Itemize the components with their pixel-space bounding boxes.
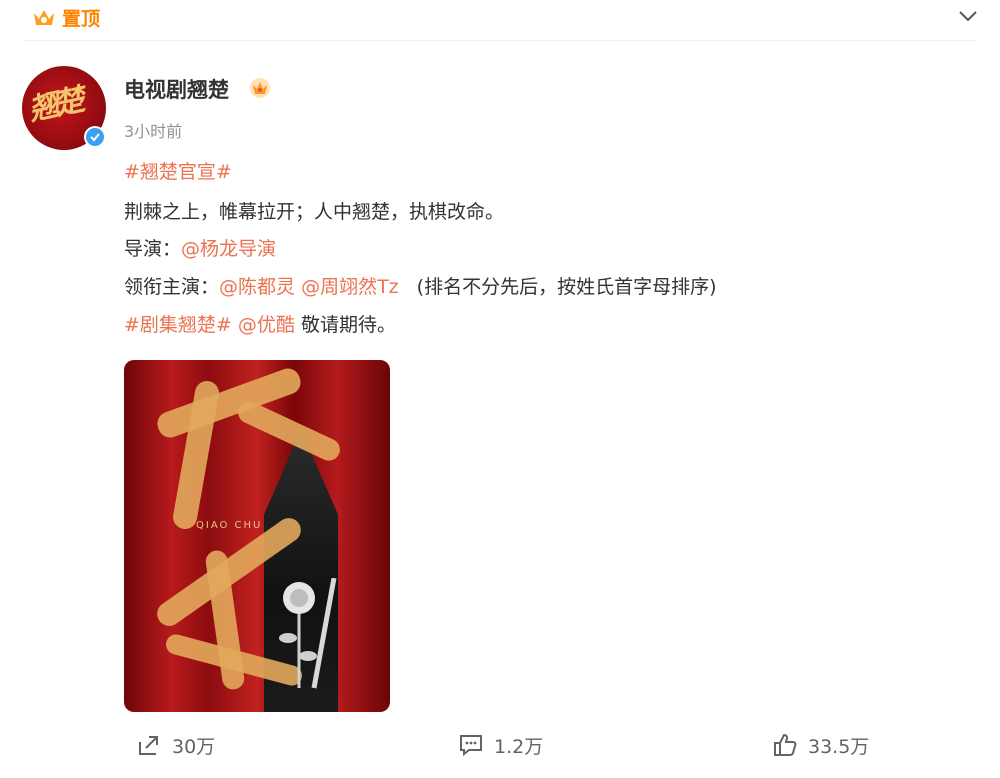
cast-label: 领衔主演：	[124, 276, 220, 298]
post-line-2: 荆棘之上，帷幕拉开；人中翘楚，执棋改命。	[124, 199, 504, 225]
director-label: 导演：	[124, 238, 182, 260]
share-button[interactable]: 30万	[136, 730, 215, 760]
comment-count: 1.2万	[494, 735, 544, 758]
crown-pin-icon	[34, 9, 54, 25]
username[interactable]: 电视剧翘楚	[124, 74, 229, 104]
cast-mention-1[interactable]: @陈都灵	[219, 276, 295, 298]
verified-check-icon	[90, 133, 100, 142]
post-line-5: #剧集翘楚# @优酷 敬请期待。	[124, 312, 396, 338]
poster-subtitle: QIAO CHU	[196, 520, 263, 531]
like-button[interactable]: 33.5万	[772, 730, 869, 760]
post-header-bar: 置顶	[0, 0, 1000, 40]
cast-mention-2[interactable]: @周翊然Tz	[301, 276, 399, 298]
share-icon	[139, 736, 158, 755]
chevron-down-icon[interactable]	[957, 8, 979, 24]
cast-note: (排名不分先后，按姓氏首字母排序)	[416, 276, 717, 298]
pinned-label: 置顶	[62, 8, 101, 30]
platform-mention[interactable]: @优酷	[238, 314, 295, 336]
verified-badge	[84, 126, 106, 148]
poster-image[interactable]: QIAO CHU	[124, 360, 390, 712]
like-count: 33.5万	[808, 735, 870, 758]
comment-icon	[460, 735, 482, 757]
poster-brush-stroke	[234, 397, 344, 465]
post-line-4: 领衔主演：@陈都灵 @周翊然Tz (排名不分先后，按姓氏首字母排序)	[124, 274, 717, 300]
director-mention[interactable]: @杨龙导演	[181, 238, 276, 260]
post-text: 荆棘之上，帷幕拉开；人中翘楚，执棋改命。	[124, 201, 505, 223]
peony-flower-icon	[279, 578, 337, 689]
like-icon	[774, 733, 797, 756]
hashtag-link-2[interactable]: #剧集翘楚#	[124, 314, 232, 336]
header-divider	[24, 40, 976, 41]
share-count: 30万	[172, 735, 216, 758]
poster-brush-stroke	[171, 379, 221, 531]
avatar-art: 翘楚	[25, 82, 84, 128]
pinned-indicator: 置顶	[32, 4, 100, 31]
crown-badge-icon	[250, 78, 270, 98]
comment-button[interactable]: 1.2万	[458, 730, 543, 760]
post-time[interactable]: 3小时前	[124, 118, 182, 142]
hashtag-link[interactable]: #翘楚官宣#	[124, 161, 232, 183]
closing-text: 敬请期待。	[300, 314, 396, 336]
post-line-3: 导演：@杨龙导演	[124, 236, 276, 262]
post-line-1: #翘楚官宣#	[124, 159, 232, 185]
